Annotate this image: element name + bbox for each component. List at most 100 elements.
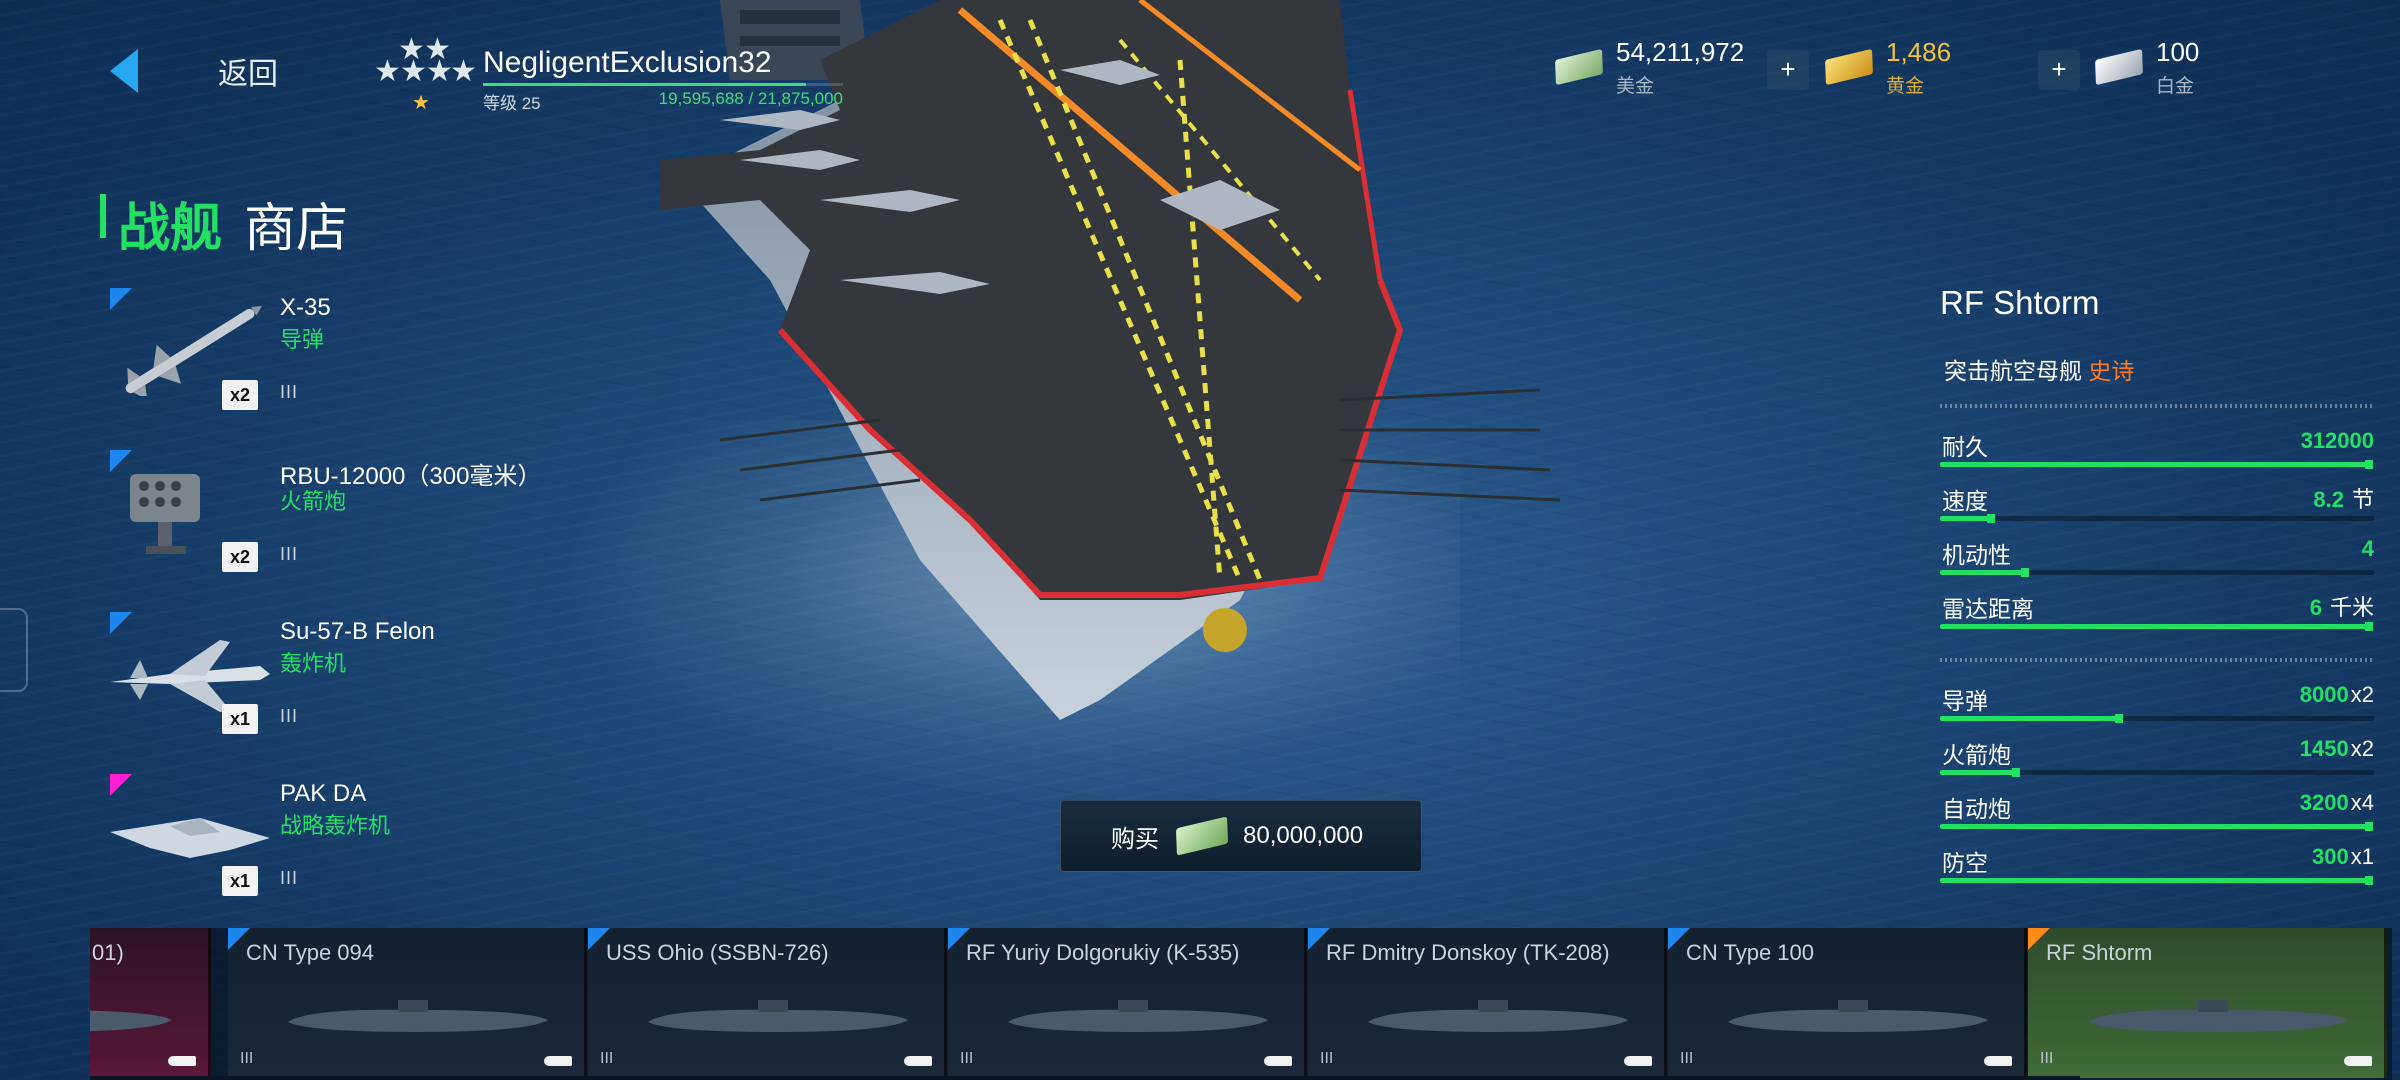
stat-value: 3200x4	[2299, 790, 2374, 815]
title-accent-bar	[100, 194, 106, 238]
stat-value: 4	[2361, 536, 2374, 561]
stat-multiplier: x1	[2350, 844, 2374, 869]
weapon-count: x1	[222, 866, 258, 896]
stat-value: 312000	[2300, 428, 2374, 453]
back-button[interactable]: 返回	[100, 42, 300, 100]
buy-button[interactable]: 购买 80,000,000	[1060, 800, 1422, 872]
ship-carousel[interactable]: 01) CN Type 094 III USS Ohio (SSBN-726) III R…	[90, 928, 2392, 1080]
weapon-item-x35[interactable]: X-35 导弹 x2 III	[110, 288, 630, 418]
ship-card-name: USS Ohio (SSBN-726)	[606, 940, 829, 965]
platinum-balance: 100 白金	[2095, 36, 2200, 98]
stat-label: 火箭炮	[1942, 742, 2011, 768]
submarine-class-icon	[1264, 1056, 1292, 1066]
cash-icon	[1555, 48, 1603, 86]
ship-card-tier: III	[1320, 1050, 1334, 1067]
platinum-value: 100	[2156, 36, 2200, 67]
gold-label: 黄金	[1886, 75, 1925, 97]
stat-bar	[1940, 768, 2374, 777]
weapon-tier: III	[280, 382, 299, 402]
ship-card-tier: III	[1680, 1050, 1694, 1067]
cash-balance: 54,211,972 美金	[1555, 36, 1745, 98]
ship-card[interactable]: CN Type 094 III	[228, 928, 587, 1078]
gold-balance: 1,486 黄金	[1825, 36, 1952, 98]
stat-value: 8000x2	[2299, 682, 2374, 707]
ship-card[interactable]: USS Ohio (SSBN-726) III	[588, 928, 947, 1078]
ship-silhouette-icon	[1008, 1000, 1268, 1032]
weapon-stat: 导弹 8000x2	[1940, 682, 2374, 734]
ship-silhouette-icon	[1728, 1000, 1988, 1032]
cash-label: 美金	[1616, 75, 1655, 97]
weapon-item-su57[interactable]: Su-57-B Felon 轰炸机 x1 III	[110, 612, 630, 742]
ship-stat: 耐久 312000	[1940, 428, 2374, 480]
ship-stat: 机动性 4	[1940, 536, 2374, 588]
stat-bar	[1940, 822, 2374, 831]
stat-bar	[1940, 622, 2374, 631]
gold-value: 1,486	[1886, 36, 1952, 67]
submarine-class-icon	[1624, 1056, 1652, 1066]
player-level: 等级 25	[483, 94, 541, 113]
add-cash-button[interactable]: +	[1767, 50, 1809, 90]
stat-multiplier: x2	[2350, 682, 2374, 707]
ship-card[interactable]: RF Yuriy Dolgorukiy (K-535) III	[948, 928, 1307, 1078]
gold-bar-icon	[1825, 48, 1873, 86]
stat-label: 雷达距离	[1942, 596, 2034, 622]
weapon-name: X-35	[280, 294, 331, 321]
buy-label: 购买	[1111, 825, 1159, 853]
weapon-count: x1	[222, 704, 258, 734]
ship-card[interactable]: RF Dmitry Donskoy (TK-208) III	[1308, 928, 1667, 1078]
page-title-main: 战舰	[118, 200, 223, 258]
stat-bar	[1940, 514, 2374, 523]
ship-silhouette-icon	[2088, 1000, 2348, 1032]
stat-value: 6 千米	[2309, 595, 2374, 620]
weapon-stat: 火箭炮 1450x2	[1940, 736, 2374, 788]
ship-card-name: 01)	[92, 940, 124, 965]
back-arrow-icon	[110, 49, 138, 93]
cash-value: 54,211,972	[1616, 36, 1745, 67]
weapon-type: 战略轰炸机	[280, 813, 391, 838]
side-drawer-handle[interactable]	[0, 608, 28, 692]
weapon-tier: III	[280, 706, 299, 726]
weapon-tier: III	[280, 544, 299, 564]
ship-stat: 速度 8.2 节	[1940, 482, 2374, 534]
stat-bar	[1940, 714, 2374, 723]
carousel-scrollbar[interactable]	[90, 1076, 2080, 1080]
weapon-count: x2	[222, 542, 258, 572]
ship-card[interactable]: 01)	[90, 928, 211, 1078]
ship-class-label: 突击航空母舰	[1944, 358, 2082, 384]
stat-label: 导弹	[1942, 688, 1988, 714]
stat-unit: 千米	[2329, 595, 2374, 620]
submarine-class-icon	[1984, 1056, 2012, 1066]
platinum-label: 白金	[2156, 75, 2195, 97]
ship-card[interactable]: RF Shtorm III	[2028, 928, 2387, 1078]
buy-price: 80,000,000	[1243, 822, 1364, 849]
stat-label: 速度	[1942, 488, 1988, 514]
ship-card-name: RF Dmitry Donskoy (TK-208)	[1326, 940, 1610, 965]
ship-card-tier: III	[240, 1050, 254, 1067]
weapon-type: 轰炸机	[280, 651, 347, 676]
level-row: 等级 25 19,595,688 / 21,875,000	[483, 89, 843, 114]
weapon-stat: 防空 300x1	[1940, 844, 2374, 896]
stat-value: 300x1	[2312, 844, 2374, 869]
stat-label: 机动性	[1942, 542, 2011, 568]
stat-bar	[1940, 568, 2374, 577]
ship-card-name: CN Type 094	[246, 940, 375, 965]
add-gold-button[interactable]: +	[2038, 50, 2080, 90]
ship-name: RF Shtorm	[1940, 284, 2100, 321]
weapon-type: 导弹	[280, 327, 325, 352]
stats-divider	[1940, 404, 2374, 408]
platinum-bar-icon	[2095, 48, 2143, 86]
stat-label: 自动炮	[1942, 796, 2011, 822]
stat-label: 耐久	[1942, 434, 1988, 460]
stat-label: 防空	[1942, 850, 1988, 876]
stat-multiplier: x4	[2350, 790, 2374, 815]
stat-value: 8.2 节	[2313, 487, 2374, 512]
ship-rarity: 史诗	[2088, 358, 2135, 384]
ship-silhouette-icon	[1368, 1000, 1628, 1032]
ship-card[interactable]: CN Type 100 III	[1668, 928, 2027, 1078]
weapon-item-pakda[interactable]: PAK DA 战略轰炸机 x1 III	[110, 774, 630, 904]
weapon-tier: III	[280, 868, 299, 888]
weapon-item-rbu12000[interactable]: RBU-12000（300毫米） 火箭炮 x2 III	[110, 450, 630, 580]
weapon-type: 火箭炮	[280, 489, 347, 514]
ship-stat: 雷达距离 6 千米	[1940, 590, 2374, 642]
stat-multiplier: x2	[2350, 736, 2374, 761]
